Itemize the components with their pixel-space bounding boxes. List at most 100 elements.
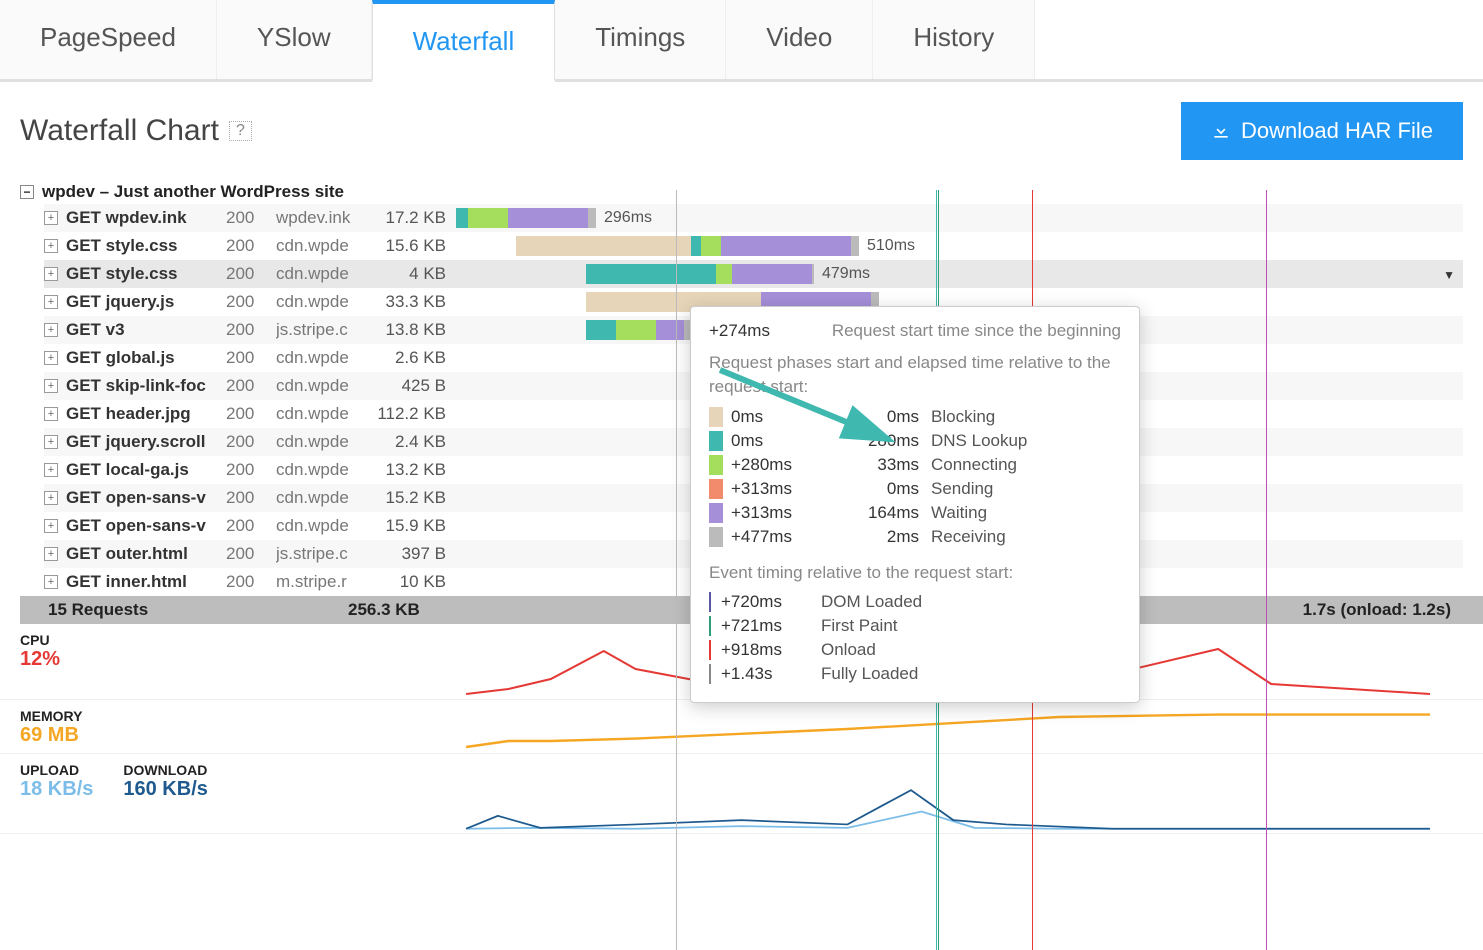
tooltip-events-intro: Event timing relative to the request sta… bbox=[709, 561, 1121, 585]
phase-duration: 33ms bbox=[831, 455, 931, 475]
request-name: GET outer.html bbox=[66, 544, 226, 564]
page-title: Waterfall Chart ? bbox=[20, 114, 252, 148]
expand-icon[interactable]: + bbox=[44, 407, 58, 421]
host: js.stripe.c bbox=[276, 320, 376, 340]
expand-icon[interactable]: + bbox=[44, 435, 58, 449]
phase-start: 0ms bbox=[731, 407, 831, 427]
event-name: Fully Loaded bbox=[821, 664, 918, 684]
expand-icon[interactable]: + bbox=[44, 519, 58, 533]
phase-duration: 2ms bbox=[831, 527, 931, 547]
tab-history[interactable]: History bbox=[873, 0, 1035, 79]
status-code: 200 bbox=[226, 376, 276, 396]
tab-timings[interactable]: Timings bbox=[555, 0, 726, 79]
request-row[interactable]: + GET style.css 200 cdn.wpde 15.6 KB 510… bbox=[44, 232, 1463, 260]
collapse-icon[interactable]: − bbox=[20, 185, 34, 199]
size: 397 B bbox=[376, 544, 456, 564]
host: cdn.wpde bbox=[276, 292, 376, 312]
expand-icon[interactable]: + bbox=[44, 351, 58, 365]
tooltip-phase-row: 0ms 280ms DNS Lookup bbox=[709, 431, 1121, 451]
phase-name: DNS Lookup bbox=[931, 431, 1027, 451]
phase-start: +313ms bbox=[731, 503, 831, 523]
phase-duration: 0ms bbox=[831, 479, 931, 499]
expand-icon[interactable]: + bbox=[44, 211, 58, 225]
expand-icon[interactable]: + bbox=[44, 323, 58, 337]
tooltip-start-offset: +274ms bbox=[709, 321, 770, 341]
request-name: GET open-sans-v bbox=[66, 488, 226, 508]
phase-start: +477ms bbox=[731, 527, 831, 547]
phase-swatch-icon bbox=[709, 455, 723, 475]
event-time: +918ms bbox=[721, 640, 821, 660]
host: cdn.wpde bbox=[276, 404, 376, 424]
phase-name: Blocking bbox=[931, 407, 995, 427]
download-har-label: Download HAR File bbox=[1241, 118, 1433, 144]
tabs: PageSpeed YSlow Waterfall Timings Video … bbox=[0, 0, 1483, 82]
expand-icon[interactable]: + bbox=[44, 491, 58, 505]
metric-network: UPLOAD 18 KB/s DOWNLOAD 160 KB/s bbox=[0, 754, 1483, 834]
download-har-button[interactable]: Download HAR File bbox=[1181, 102, 1463, 160]
request-name: GET style.css bbox=[66, 236, 226, 256]
host: cdn.wpde bbox=[276, 348, 376, 368]
phase-swatch-icon bbox=[709, 407, 723, 427]
request-row[interactable]: + GET style.css 200 cdn.wpde 4 KB 479ms▼ bbox=[44, 260, 1463, 288]
download-icon bbox=[1211, 121, 1231, 141]
timeline-cell: 296ms bbox=[456, 204, 1463, 232]
tooltip-phases-intro: Request phases start and elapsed time re… bbox=[709, 351, 1121, 399]
expand-icon[interactable]: + bbox=[44, 463, 58, 477]
timing-tooltip: +274ms Request start time since the begi… bbox=[690, 306, 1140, 703]
request-name: GET style.css bbox=[66, 264, 226, 284]
tooltip-event-row: +721ms First Paint bbox=[709, 616, 1121, 636]
phase-start: +313ms bbox=[731, 479, 831, 499]
tooltip-phase-row: +313ms 164ms Waiting bbox=[709, 503, 1121, 523]
tab-yslow[interactable]: YSlow bbox=[217, 0, 372, 79]
help-icon[interactable]: ? bbox=[229, 121, 252, 141]
tooltip-event-row: +918ms Onload bbox=[709, 640, 1121, 660]
phase-duration: 164ms bbox=[831, 503, 931, 523]
expand-icon[interactable]: + bbox=[44, 379, 58, 393]
host: cdn.wpde bbox=[276, 376, 376, 396]
tab-video[interactable]: Video bbox=[726, 0, 873, 79]
phase-swatch-icon bbox=[709, 503, 723, 523]
size: 15.2 KB bbox=[376, 488, 456, 508]
host: cdn.wpde bbox=[276, 236, 376, 256]
request-row[interactable]: + GET wpdev.ink 200 wpdev.ink 17.2 KB 29… bbox=[44, 204, 1463, 232]
expand-caret-icon[interactable]: ▼ bbox=[1443, 268, 1455, 282]
phase-start: +280ms bbox=[731, 455, 831, 475]
status-code: 200 bbox=[226, 516, 276, 536]
host: cdn.wpde bbox=[276, 432, 376, 452]
timeline-cell: 479ms▼ bbox=[456, 260, 1463, 288]
tooltip-phase-row: +313ms 0ms Sending bbox=[709, 479, 1121, 499]
tab-pagespeed[interactable]: PageSpeed bbox=[0, 0, 217, 79]
summary-count: 15 Requests bbox=[48, 600, 348, 620]
expand-icon[interactable]: + bbox=[44, 575, 58, 589]
summary-size: 256.3 KB bbox=[348, 600, 498, 620]
page-title-text: Waterfall Chart bbox=[20, 114, 219, 148]
phase-duration: 280ms bbox=[831, 431, 931, 451]
phase-name: Waiting bbox=[931, 503, 987, 523]
header: Waterfall Chart ? Download HAR File bbox=[0, 82, 1483, 180]
expand-icon[interactable]: + bbox=[44, 295, 58, 309]
size: 2.4 KB bbox=[376, 432, 456, 452]
size: 13.2 KB bbox=[376, 460, 456, 480]
size: 17.2 KB bbox=[376, 208, 456, 228]
tab-waterfall[interactable]: Waterfall bbox=[372, 0, 556, 82]
size: 15.9 KB bbox=[376, 516, 456, 536]
status-code: 200 bbox=[226, 404, 276, 424]
size: 15.6 KB bbox=[376, 236, 456, 256]
event-line-icon bbox=[709, 616, 711, 636]
size: 425 B bbox=[376, 376, 456, 396]
size: 33.3 KB bbox=[376, 292, 456, 312]
status-code: 200 bbox=[226, 236, 276, 256]
event-time: +721ms bbox=[721, 616, 821, 636]
expand-icon[interactable]: + bbox=[44, 267, 58, 281]
size: 4 KB bbox=[376, 264, 456, 284]
expand-icon[interactable]: + bbox=[44, 239, 58, 253]
expand-icon[interactable]: + bbox=[44, 547, 58, 561]
metric-memory: MEMORY 69 MB bbox=[0, 700, 1483, 754]
site-root-row[interactable]: − wpdev – Just another WordPress site bbox=[20, 180, 1463, 204]
tooltip-phase-row: +477ms 2ms Receiving bbox=[709, 527, 1121, 547]
host: cdn.wpde bbox=[276, 488, 376, 508]
event-time: +1.43s bbox=[721, 664, 821, 684]
status-code: 200 bbox=[226, 488, 276, 508]
status-code: 200 bbox=[226, 348, 276, 368]
request-name: GET inner.html bbox=[66, 572, 226, 592]
